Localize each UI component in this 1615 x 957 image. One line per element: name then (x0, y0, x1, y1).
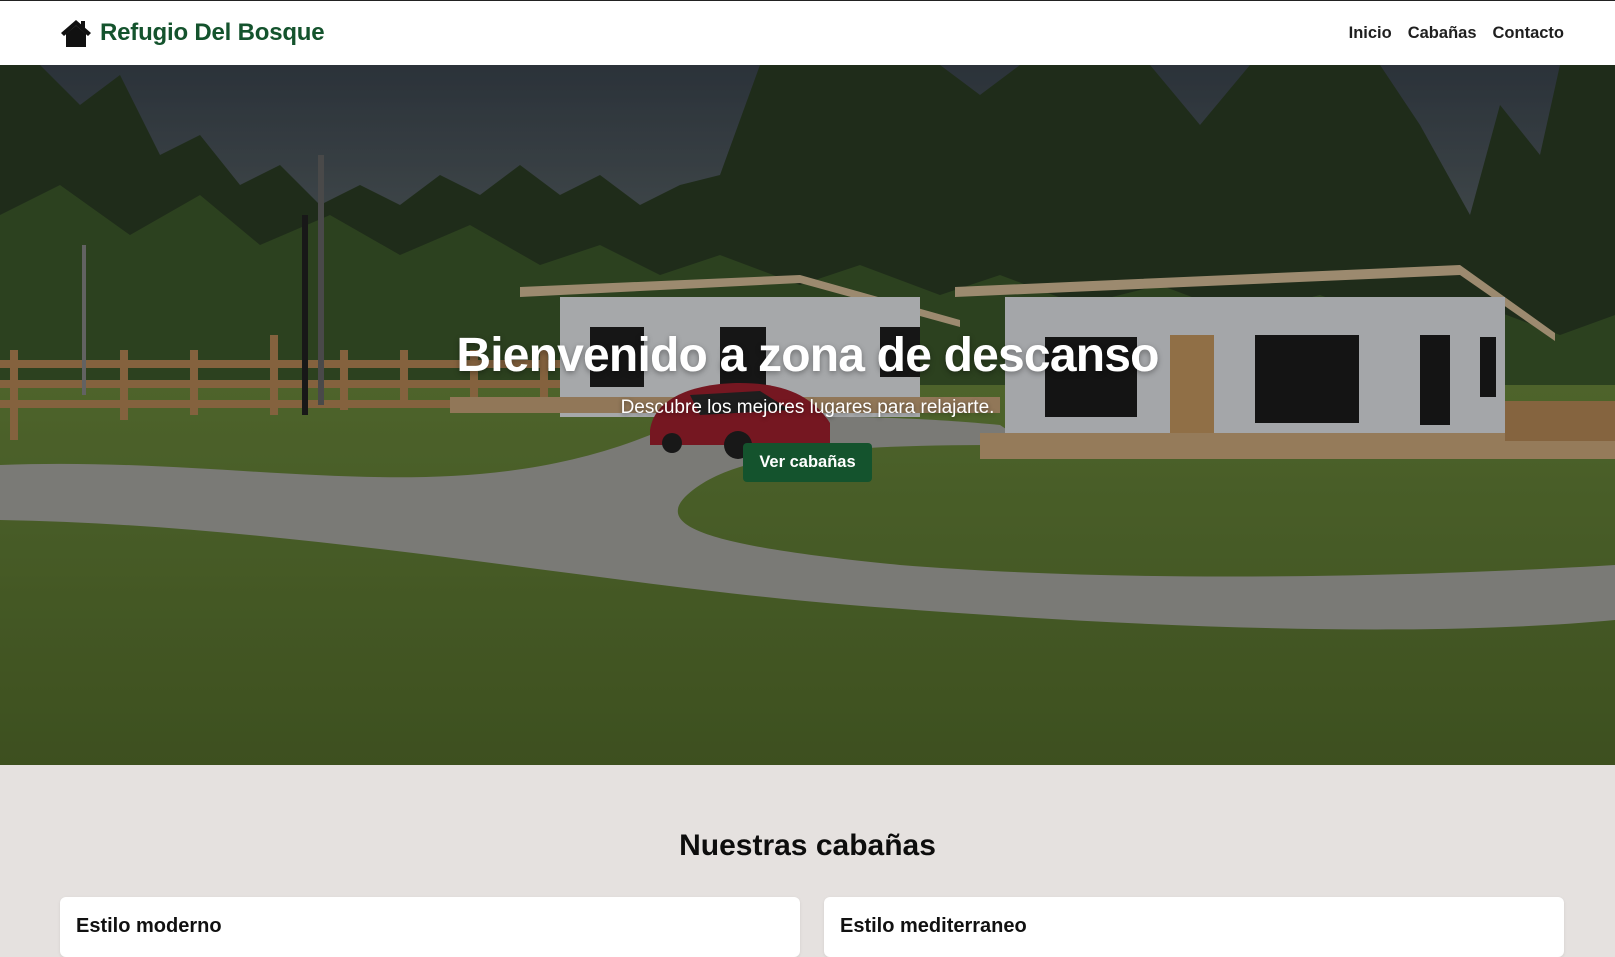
cabins-section-title: Nuestras cabañas (679, 829, 936, 862)
top-navbar: Refugio Del Bosque Inicio Cabañas Contac… (0, 0, 1615, 65)
nav-link-cabanas[interactable]: Cabañas (1408, 24, 1477, 43)
cabin-card-title: Estilo moderno (76, 915, 222, 937)
cabin-card-mediterranean[interactable]: Estilo mediterraneo (824, 897, 1564, 957)
nav-link-contacto[interactable]: Contacto (1493, 24, 1565, 43)
cabins-section: Nuestras cabañas Estilo moderno Estilo m… (0, 765, 1615, 957)
main-nav: Inicio Cabañas Contacto (1349, 24, 1564, 43)
nav-link-inicio[interactable]: Inicio (1349, 24, 1392, 43)
hero-section: Bienvenido a zona de descanso Descubre l… (0, 65, 1615, 765)
house-icon (61, 20, 91, 47)
hero-subtitle: Descubre los mejores lugares para relaja… (620, 396, 995, 418)
brand-link[interactable]: Refugio Del Bosque (60, 17, 325, 49)
hero-title: Bienvenido a zona de descanso (456, 329, 1159, 382)
cabin-card-modern[interactable]: Estilo moderno (60, 897, 800, 957)
brand-title: Refugio Del Bosque (100, 19, 325, 46)
view-cabins-button[interactable]: Ver cabañas (743, 442, 872, 482)
cabin-card-title: Estilo mediterraneo (840, 915, 1027, 937)
hero-content: Bienvenido a zona de descanso Descubre l… (0, 329, 1615, 482)
